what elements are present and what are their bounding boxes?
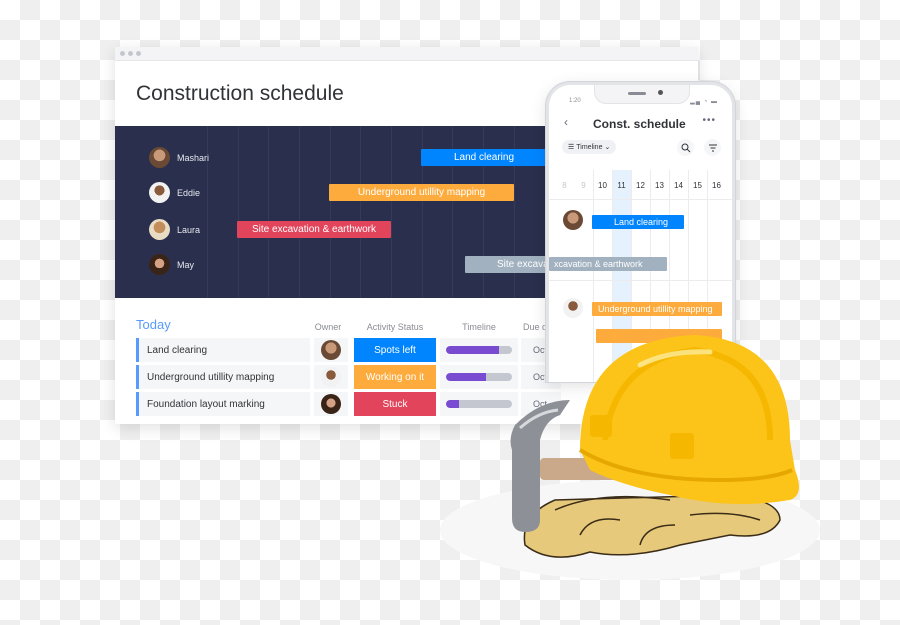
row-divider bbox=[549, 280, 732, 281]
row-owner[interactable] bbox=[314, 365, 348, 389]
window-dot-icon[interactable] bbox=[120, 51, 125, 56]
day-label[interactable]: 15 bbox=[688, 170, 707, 200]
gantt-bar[interactable]: Underground utillity mapping bbox=[329, 184, 514, 201]
avatar bbox=[321, 340, 341, 360]
day-label[interactable]: 14 bbox=[669, 170, 688, 200]
timeline-icon: ☰ bbox=[568, 144, 575, 151]
avatar bbox=[563, 298, 583, 318]
gantt-bar[interactable]: Site excavation & earthwork bbox=[237, 221, 391, 238]
gantt-bar-label: Underground utillity mapping bbox=[357, 187, 486, 198]
column-header-status[interactable]: Activity Status bbox=[354, 322, 436, 332]
avatar bbox=[321, 394, 341, 414]
timeline-bar-label: Underground utillity mapping bbox=[598, 304, 713, 314]
gantt-person: Mashari bbox=[149, 147, 209, 168]
gantt-bar[interactable]: Land clearing bbox=[421, 149, 547, 166]
person-name: Mashari bbox=[177, 152, 210, 163]
timeline-bar[interactable]: xcavation & earthwork bbox=[549, 257, 667, 271]
day-label[interactable]: 12 bbox=[631, 170, 650, 200]
status-badge[interactable]: Spots left bbox=[354, 338, 436, 362]
day-label[interactable]: 9 bbox=[574, 170, 593, 200]
row-name[interactable]: Foundation layout marking bbox=[136, 392, 310, 416]
day-label[interactable]: 8 bbox=[555, 170, 574, 200]
status-badge[interactable]: Working on it bbox=[354, 365, 436, 389]
row-name[interactable]: Underground utillity mapping bbox=[136, 365, 310, 389]
search-button[interactable] bbox=[677, 139, 694, 156]
status-time: 1:20 bbox=[569, 98, 581, 104]
phone-title: Const. schedule bbox=[593, 117, 686, 131]
window-titlebar bbox=[115, 47, 698, 61]
view-label: Timeline bbox=[576, 143, 603, 151]
day-label[interactable]: 13 bbox=[650, 170, 669, 200]
timeline-bar-label: xcavation & earthwork bbox=[554, 259, 643, 269]
avatar bbox=[149, 254, 170, 275]
person-name: Eddie bbox=[177, 187, 201, 198]
avatar bbox=[149, 219, 170, 240]
signal-icon: ▂▄ bbox=[690, 99, 702, 105]
day-label[interactable]: 16 bbox=[707, 170, 726, 200]
gantt-gridline bbox=[391, 126, 392, 298]
day-label[interactable]: 10 bbox=[593, 170, 612, 200]
day-header: 8 9 10 11 12 13 14 15 16 bbox=[549, 170, 732, 200]
gantt-person: Eddie bbox=[149, 182, 200, 203]
phone-notch bbox=[594, 85, 690, 104]
view-selector[interactable]: ☰ Timeline ⌄ bbox=[562, 140, 617, 154]
gantt-person: May bbox=[149, 254, 194, 275]
wifi-icon: ◔ bbox=[703, 99, 709, 105]
more-icon[interactable]: ••• bbox=[702, 115, 716, 126]
gantt-bar[interactable]: Site excavation & earthwork bbox=[465, 256, 555, 273]
battery-icon: ▬ bbox=[711, 99, 718, 105]
gantt-gridline bbox=[360, 126, 361, 298]
row-owner[interactable] bbox=[314, 392, 348, 416]
status-icons: ▂▄ ◔ ▬ bbox=[690, 98, 718, 105]
row-name[interactable]: Land clearing bbox=[136, 338, 310, 362]
person-name: Laura bbox=[177, 224, 201, 235]
speaker-icon bbox=[628, 92, 646, 95]
page-title: Construction schedule bbox=[136, 82, 344, 105]
gantt-gridline bbox=[238, 126, 239, 298]
person-name: May bbox=[177, 259, 195, 270]
group-title[interactable]: Today bbox=[136, 317, 171, 332]
gantt-bar-label: Land clearing bbox=[453, 152, 515, 163]
construction-illustration bbox=[440, 335, 820, 580]
timeline-bar[interactable]: Land clearing bbox=[592, 215, 684, 229]
gantt-bar-label: Site excavation & earthwork bbox=[252, 224, 376, 235]
day-label[interactable]: 11 bbox=[612, 170, 631, 200]
filter-icon bbox=[708, 144, 717, 151]
gantt-gridline bbox=[299, 126, 300, 298]
chevron-down-icon: ⌄ bbox=[604, 144, 611, 151]
gantt-gridline bbox=[268, 126, 269, 298]
filter-button[interactable] bbox=[704, 139, 721, 156]
avatar bbox=[321, 367, 341, 387]
gantt-gridline bbox=[330, 126, 331, 298]
timeline-bar-label: Land clearing bbox=[614, 217, 669, 227]
hard-hat-icon bbox=[578, 335, 799, 504]
gantt-person: Laura bbox=[149, 219, 200, 240]
row-owner[interactable] bbox=[314, 338, 348, 362]
avatar bbox=[563, 210, 583, 230]
avatar bbox=[149, 147, 170, 168]
search-icon bbox=[681, 143, 690, 152]
timeline-bar[interactable]: Underground utillity mapping bbox=[592, 302, 722, 316]
camera-icon bbox=[658, 90, 663, 95]
column-header-owner[interactable]: Owner bbox=[311, 322, 345, 332]
status-badge[interactable]: Stuck bbox=[354, 392, 436, 416]
back-icon[interactable]: ‹ bbox=[564, 115, 568, 129]
window-dot-icon[interactable] bbox=[136, 51, 141, 56]
window-dot-icon[interactable] bbox=[128, 51, 133, 56]
avatar bbox=[149, 182, 170, 203]
